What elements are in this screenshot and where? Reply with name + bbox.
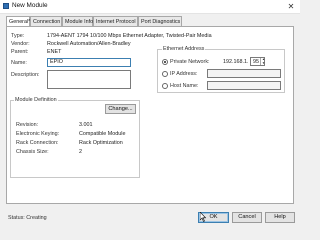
close-icon[interactable]: ✕ — [285, 1, 297, 12]
description-label: Description: — [11, 72, 40, 78]
revision-label: Revision: — [16, 122, 39, 128]
vendor-value: Rockwell Automation/Allen-Bradley — [47, 41, 131, 47]
electronic-keying-value: Compatible Module — [79, 131, 126, 137]
type-label: Type: — [11, 33, 25, 39]
electronic-keying-label: Electronic Keying: — [16, 131, 60, 137]
tab-connection[interactable]: Connection — [30, 16, 62, 26]
tab-internet-protocol[interactable]: Internet Protocol — [93, 16, 138, 26]
private-network-prefix: 192.168.1. — [223, 59, 249, 65]
revision-value: 3.001 — [79, 122, 93, 128]
host-name-label: Host Name: — [170, 83, 199, 89]
status-text: Status: Creating — [8, 215, 47, 221]
name-label: Name: — [11, 60, 27, 66]
chassis-size-label: Chassis Size: — [16, 149, 49, 155]
rack-connection-label: Rack Connection: — [16, 140, 59, 146]
parent-value: ENET — [47, 49, 62, 55]
chassis-size-value: 2 — [79, 149, 82, 155]
ip-address-field[interactable] — [207, 69, 281, 78]
spinner-down-icon[interactable]: ▼ — [261, 62, 266, 65]
window-title: New Module — [12, 2, 48, 9]
private-network-label: Private Network: — [170, 59, 210, 65]
cancel-button[interactable]: Cancel — [232, 212, 262, 223]
parent-label: Parent: — [11, 49, 29, 55]
private-network-radio[interactable] — [162, 59, 168, 65]
spinner-arrows[interactable]: ▲ ▼ — [260, 58, 266, 65]
type-value: 1794-AENT 1794 10/100 Mbps Ethernet Adap… — [47, 33, 212, 39]
ethernet-address-title: Ethernet Address — [162, 46, 206, 52]
module-definition-title: Module Definition — [14, 97, 58, 103]
host-name-field[interactable] — [207, 81, 281, 90]
ip-address-label: IP Address: — [170, 71, 198, 77]
app-icon — [3, 3, 9, 9]
description-field[interactable] — [47, 70, 131, 89]
host-name-radio[interactable] — [162, 83, 168, 89]
name-field[interactable]: EPIO — [47, 58, 131, 67]
private-network-octet-spinner[interactable]: 95 ▲ ▼ — [250, 57, 265, 66]
rack-connection-value: Rack Optimization — [79, 140, 123, 146]
mouse-cursor-icon — [200, 212, 206, 222]
help-button[interactable]: Help — [265, 212, 295, 223]
tab-port-diagnostics[interactable]: Port Diagnostics — [138, 16, 182, 26]
tab-module-info[interactable]: Module Info — [62, 16, 93, 26]
private-network-octet[interactable]: 95 — [253, 59, 259, 65]
change-button[interactable]: Change... — [105, 104, 136, 114]
ip-address-radio[interactable] — [162, 71, 168, 77]
vendor-label: Vendor: — [11, 41, 30, 47]
